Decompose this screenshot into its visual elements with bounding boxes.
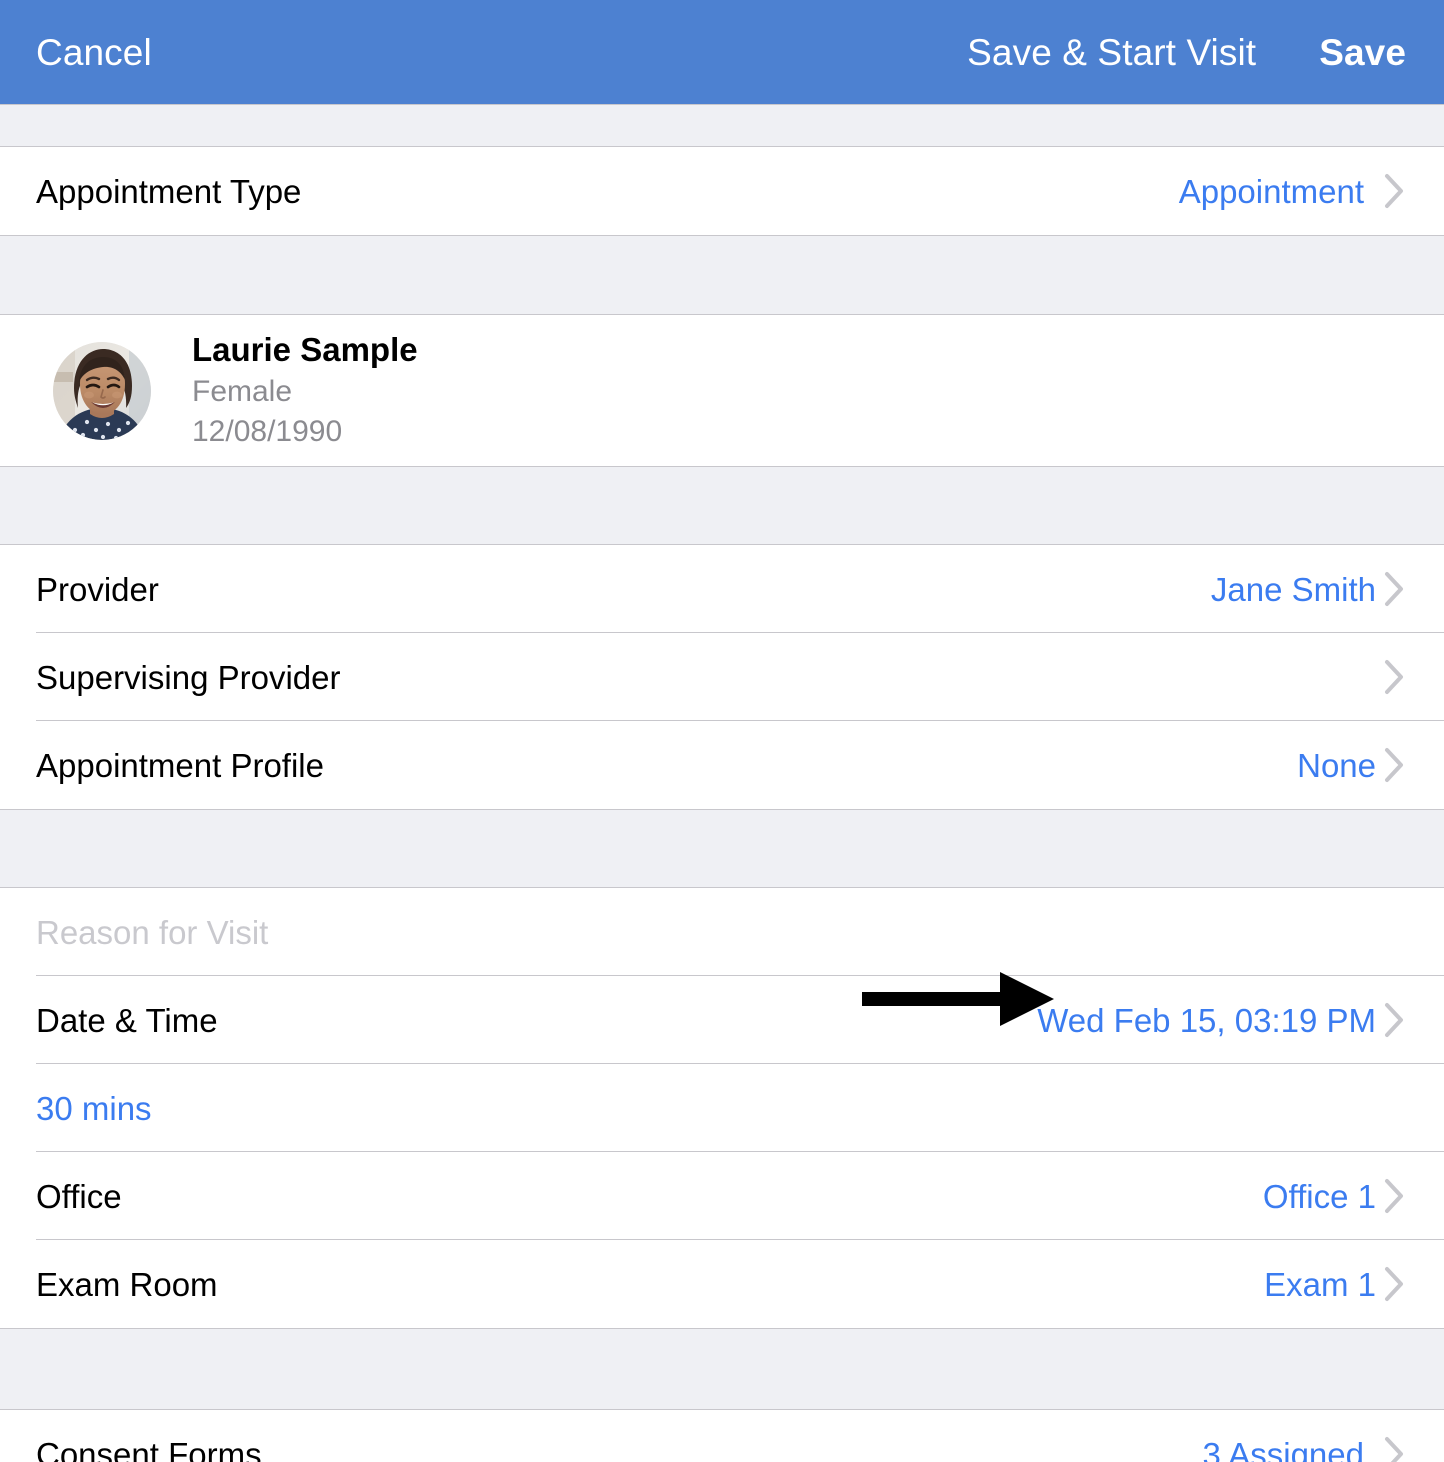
consent-forms-value: 3 Assigned bbox=[1202, 1435, 1364, 1462]
duration-value: 30 mins bbox=[36, 1089, 152, 1127]
exam-room-value: Exam 1 bbox=[1264, 1265, 1376, 1303]
date-time-value: Wed Feb 15, 03:19 PM bbox=[1037, 1001, 1376, 1039]
patient-name: Laurie Sample bbox=[192, 331, 418, 369]
office-label: Office bbox=[36, 1177, 122, 1215]
section-gap-top bbox=[0, 104, 1444, 147]
consent-forms-section: Consent Forms 3 Assigned bbox=[0, 1410, 1444, 1462]
row-duration[interactable]: 30 mins bbox=[0, 1064, 1444, 1152]
row-appointment-profile[interactable]: Appointment Profile None bbox=[0, 721, 1444, 809]
appointment-type-section: Appointment Type Appointment bbox=[0, 147, 1444, 235]
appointment-type-label: Appointment Type bbox=[36, 172, 302, 210]
appointment-type-value: Appointment bbox=[1178, 172, 1364, 210]
chevron-right-icon bbox=[1384, 1177, 1406, 1215]
appointment-profile-label: Appointment Profile bbox=[36, 746, 324, 784]
chevron-right-icon bbox=[1384, 1265, 1406, 1303]
consent-forms-label: Consent Forms bbox=[36, 1435, 262, 1462]
patient-section: Laurie Sample Female 12/08/1990 bbox=[0, 315, 1444, 466]
provider-section: Provider Jane Smith Supervising Provider… bbox=[0, 545, 1444, 809]
row-office[interactable]: Office Office 1 bbox=[0, 1152, 1444, 1240]
row-consent-forms[interactable]: Consent Forms 3 Assigned bbox=[0, 1410, 1444, 1462]
section-gap-visit bbox=[0, 809, 1444, 888]
date-time-label: Date & Time bbox=[36, 1001, 218, 1039]
save-and-start-visit-button[interactable]: Save & Start Visit bbox=[967, 34, 1256, 71]
chevron-right-icon bbox=[1384, 1435, 1406, 1462]
patient-gender: Female bbox=[192, 375, 293, 409]
chevron-right-icon bbox=[1384, 658, 1406, 696]
row-appointment-type[interactable]: Appointment Type Appointment bbox=[0, 147, 1444, 235]
provider-value: Jane Smith bbox=[1210, 570, 1376, 608]
patient-info: Laurie Sample Female 12/08/1990 bbox=[192, 331, 418, 448]
office-value: Office 1 bbox=[1262, 1177, 1376, 1215]
row-supervising-provider[interactable]: Supervising Provider bbox=[0, 633, 1444, 721]
row-exam-room[interactable]: Exam Room Exam 1 bbox=[0, 1240, 1444, 1328]
cancel-button[interactable]: Cancel bbox=[36, 32, 152, 73]
save-button[interactable]: Save bbox=[1319, 34, 1406, 71]
chevron-right-icon bbox=[1384, 570, 1406, 608]
patient-date-of-birth: 12/08/1990 bbox=[192, 414, 343, 448]
visit-details-section: Reason for Visit Date & Time Wed Feb 15,… bbox=[0, 888, 1444, 1328]
section-gap-consent bbox=[0, 1328, 1444, 1410]
chevron-right-icon bbox=[1384, 172, 1406, 210]
row-provider[interactable]: Provider Jane Smith bbox=[0, 545, 1444, 633]
supervising-provider-label: Supervising Provider bbox=[36, 658, 341, 696]
navbar-actions: Save & Start Visit Save bbox=[967, 34, 1406, 71]
section-gap-patient bbox=[0, 235, 1444, 315]
provider-label: Provider bbox=[36, 570, 159, 608]
chevron-right-icon bbox=[1384, 746, 1406, 784]
row-patient[interactable]: Laurie Sample Female 12/08/1990 bbox=[0, 315, 1444, 466]
row-date-time[interactable]: Date & Time Wed Feb 15, 03:19 PM bbox=[0, 976, 1444, 1064]
reason-for-visit-input[interactable]: Reason for Visit bbox=[36, 916, 268, 949]
appointment-profile-value: None bbox=[1297, 746, 1376, 784]
row-reason-for-visit[interactable]: Reason for Visit bbox=[0, 888, 1444, 976]
navigation-bar: Cancel Save & Start Visit Save bbox=[0, 0, 1444, 104]
appointment-editor-screen: Cancel Save & Start Visit Save Appointme… bbox=[0, 0, 1444, 1462]
section-gap-providers bbox=[0, 466, 1444, 545]
chevron-right-icon bbox=[1384, 1001, 1406, 1039]
exam-room-label: Exam Room bbox=[36, 1265, 218, 1303]
avatar bbox=[53, 341, 151, 440]
